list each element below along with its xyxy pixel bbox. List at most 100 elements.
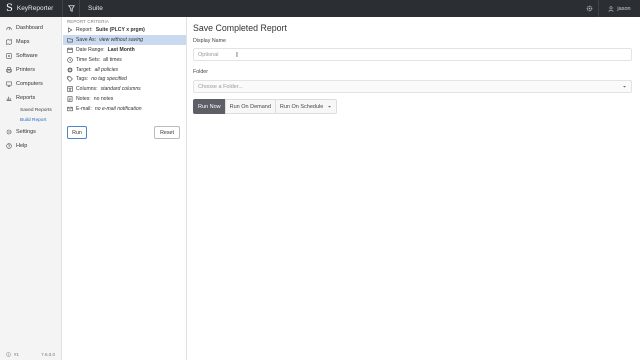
- top-bar: S KeyReporter Suite jason: [0, 0, 640, 17]
- sidebar-item-label: Settings: [16, 129, 36, 135]
- filter-icon: [67, 5, 75, 12]
- sidebar-item-help[interactable]: Help: [0, 139, 61, 153]
- criteria-label: E-mail:: [76, 106, 92, 113]
- run-on-schedule-label: Run On Schedule: [279, 103, 324, 110]
- criteria-row-target[interactable]: Target: all policies: [63, 65, 186, 75]
- criteria-value: no notes: [93, 96, 114, 103]
- brand[interactable]: S KeyReporter: [0, 0, 62, 17]
- display-name-placeholder: Optional: [198, 51, 219, 58]
- chevron-down-icon: [623, 86, 626, 88]
- sidebar-item-saved-reports[interactable]: Saved Reports: [0, 105, 61, 115]
- sidebar-item-label: Help: [16, 143, 28, 149]
- main-content: Save Completed Report Display Name Optio…: [188, 17, 640, 360]
- settings-button[interactable]: [580, 0, 598, 17]
- sidebar-item-label: Maps: [16, 39, 30, 45]
- gear-icon: [586, 5, 592, 12]
- display-name-label: Display Name: [193, 38, 226, 44]
- sidebar-item-settings[interactable]: Settings: [0, 125, 61, 139]
- notes-icon: [67, 96, 73, 102]
- criteria-label: Date Range:: [76, 46, 105, 53]
- criteria-label: Notes:: [76, 96, 91, 103]
- calendar-icon: [67, 47, 73, 53]
- report-criteria-panel: REPORT CRITERIA Report: Suite (PLCY x pr…: [63, 17, 187, 360]
- criteria-header: REPORT CRITERIA: [67, 19, 109, 24]
- sidebar: Dashboard Maps Software Printers Compute…: [0, 17, 62, 360]
- user-menu[interactable]: jason: [598, 0, 640, 17]
- tag-icon: [67, 76, 73, 83]
- criteria-value: no tag specified: [91, 76, 127, 83]
- criteria-row-time-sets[interactable]: Time Sets: all times: [63, 55, 186, 65]
- run-options-group: Run Now Run On Demand Run On Schedule: [193, 99, 338, 114]
- criteria-label: Tags:: [76, 76, 89, 83]
- criteria-value: Suite (PLCY x prgm): [95, 26, 145, 33]
- reports-icon: [6, 96, 12, 101]
- computer-icon: [6, 81, 12, 87]
- text-cursor-icon: I: [236, 52, 238, 59]
- criteria-row-report[interactable]: Report: Suite (PLCY x prgm): [63, 25, 186, 35]
- run-button[interactable]: Run: [67, 126, 87, 139]
- sidebar-item-maps[interactable]: Maps: [0, 35, 61, 49]
- user-icon: [609, 5, 614, 12]
- sidebar-item-build-report[interactable]: Build Report: [0, 115, 61, 125]
- criteria-value: standard columns: [100, 86, 141, 93]
- criteria-row-notes[interactable]: Notes: no notes: [63, 94, 186, 104]
- criteria-label: Target:: [76, 66, 92, 73]
- sidebar-item-label: Printers: [16, 67, 35, 73]
- criteria-row-tags[interactable]: Tags: no tag specified: [63, 74, 186, 84]
- help-icon: [6, 143, 12, 149]
- criteria-label: Save As:: [76, 36, 97, 43]
- folder-label: Folder: [193, 69, 209, 75]
- folder-select[interactable]: Choose a Folder...: [193, 80, 632, 93]
- criteria-label: Columns:: [76, 86, 98, 93]
- sidebar-item-label: Dashboard: [16, 25, 43, 31]
- columns-icon: [67, 86, 73, 92]
- run-on-demand-button[interactable]: Run On Demand: [224, 99, 276, 114]
- criteria-row-email[interactable]: E-mail: no e-mail notification: [63, 104, 186, 114]
- clock-icon: [67, 56, 73, 63]
- caret-down-icon: [328, 106, 332, 108]
- sidebar-item-label: Computers: [16, 81, 43, 87]
- context-title: Suite: [88, 5, 103, 12]
- sidebar-footer: #1 7.6.0.0: [6, 352, 55, 357]
- play-icon: [68, 27, 73, 33]
- sidebar-item-label: Software: [16, 53, 38, 59]
- page-title: Save Completed Report: [193, 23, 287, 33]
- run-on-schedule-button[interactable]: Run On Schedule: [274, 99, 338, 114]
- version-label: 7.6.0.0: [41, 352, 55, 357]
- folder-placeholder: Choose a Folder...: [198, 83, 243, 90]
- criteria-value: all times: [103, 56, 122, 63]
- criteria-value: all policies: [94, 66, 119, 73]
- sidebar-item-reports[interactable]: Reports: [0, 91, 61, 105]
- sidebar-item-dashboard[interactable]: Dashboard: [0, 21, 61, 35]
- criteria-value: view without saving: [99, 36, 143, 43]
- software-icon: [6, 53, 12, 59]
- criteria-label: Time Sets:: [76, 56, 101, 63]
- run-now-button[interactable]: Run Now: [193, 99, 226, 114]
- sidebar-item-label: Build Report: [20, 117, 47, 123]
- sidebar-item-printers[interactable]: Printers: [0, 63, 61, 77]
- filter-button[interactable]: [62, 0, 80, 17]
- info-icon[interactable]: [6, 352, 11, 357]
- display-name-input[interactable]: Optional I: [193, 48, 632, 61]
- email-icon: [67, 106, 73, 112]
- sidebar-item-label: Saved Reports: [20, 107, 52, 113]
- folder-icon: [67, 38, 73, 43]
- printer-icon: [6, 67, 12, 73]
- criteria-row-save-as[interactable]: Save As: view without saving: [63, 34, 186, 45]
- user-name: jason: [617, 5, 631, 12]
- sidebar-item-software[interactable]: Software: [0, 49, 61, 63]
- brand-logo-icon: S: [6, 2, 13, 14]
- criteria-row-date-range[interactable]: Date Range: Last Month: [63, 45, 186, 55]
- criteria-value: Last Month: [107, 46, 135, 53]
- map-icon: [6, 39, 12, 45]
- reset-button[interactable]: Reset: [154, 126, 180, 139]
- sidebar-item-label: Reports: [16, 95, 36, 101]
- criteria-label: Report:: [76, 26, 93, 33]
- dashboard-icon: [6, 27, 12, 30]
- criteria-row-columns[interactable]: Columns: standard columns: [63, 84, 186, 94]
- footer-id: #1: [14, 352, 20, 357]
- criteria-value: no e-mail notification: [94, 106, 142, 113]
- target-icon: [67, 67, 73, 72]
- gear-icon: [6, 129, 12, 135]
- sidebar-item-computers[interactable]: Computers: [0, 77, 61, 91]
